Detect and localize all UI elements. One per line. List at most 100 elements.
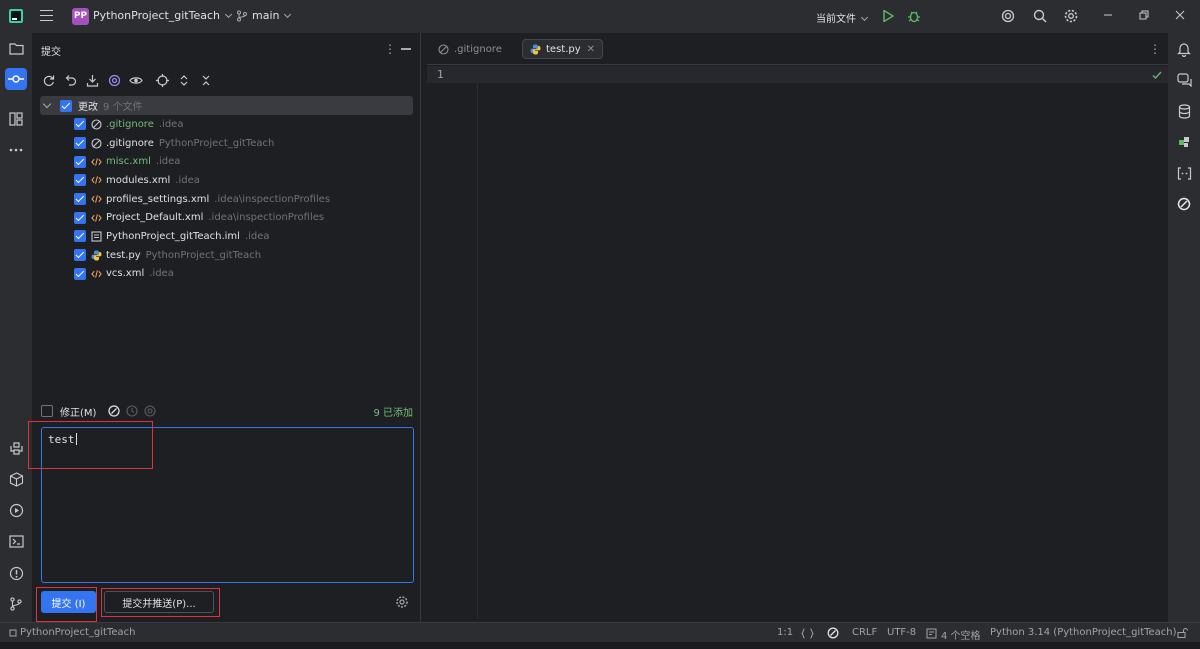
commit-message-text: test	[48, 433, 75, 446]
chevron-down-icon[interactable]	[42, 99, 52, 109]
locate-target-icon[interactable]	[154, 72, 170, 88]
inspection-ok-check-icon[interactable]	[1151, 69, 1163, 81]
status-interpreter[interactable]: Python 3.14 (PythonProject_gitTeach)	[990, 627, 1177, 638]
show-diff-eye-icon[interactable]	[128, 72, 144, 88]
panel-title: 提交	[41, 47, 61, 58]
ai-status-icon[interactable]	[827, 627, 839, 639]
file-checkbox[interactable]	[74, 249, 86, 262]
changes-group-count: 9 个文件	[103, 102, 143, 113]
ai-assistant-icon[interactable]	[1000, 8, 1016, 24]
services-button[interactable]	[5, 499, 27, 521]
file-checkbox[interactable]	[74, 118, 86, 131]
file-name: PythonProject_gitTeach.iml	[106, 230, 240, 242]
git-branch-icon	[10, 597, 22, 611]
python-console-button[interactable]	[5, 437, 27, 459]
status-indent[interactable]: 4 个空格	[941, 627, 981, 642]
changes-group-checkbox[interactable]	[60, 99, 72, 112]
file-row[interactable]: modules.xml .idea	[40, 171, 413, 190]
run-config-selector[interactable]: 当前文件	[816, 10, 869, 25]
commit-options-spiral-icon[interactable]	[144, 405, 156, 417]
terminal-button[interactable]	[5, 530, 27, 552]
main-menu-icon[interactable]	[40, 10, 53, 21]
status-project[interactable]: PythonProject_gitTeach	[20, 627, 135, 638]
commit-history-clock-icon[interactable]	[126, 405, 138, 417]
file-row[interactable]: Project_Default.xml .idea\inspectionProfi…	[40, 208, 413, 227]
file-row[interactable]: .gitignore PythonProject_gitTeach	[40, 134, 413, 153]
changes-group-row[interactable]: 更改 9 个文件	[40, 96, 413, 115]
amend-label[interactable]: 修正(M)	[60, 404, 96, 419]
title-bar: PP PythonProject_gitTeach main 当前文件	[0, 0, 1200, 33]
status-caret-position[interactable]: 1:1	[777, 627, 793, 638]
amend-checkbox[interactable]	[41, 405, 53, 417]
commit-tool-button[interactable]	[5, 68, 27, 90]
tab-gitignore[interactable]: .gitignore	[431, 39, 509, 59]
file-row[interactable]: profiles_settings.xml .idea\inspectionPro…	[40, 190, 413, 209]
settings-gear-icon[interactable]	[1063, 8, 1079, 24]
ai-chat-icon	[1176, 73, 1192, 87]
plugin-button[interactable]	[1176, 134, 1192, 150]
search-icon[interactable]	[1032, 8, 1048, 24]
notifications-button[interactable]	[1176, 41, 1192, 57]
minimize-window-icon[interactable]	[1102, 9, 1114, 21]
file-checkbox[interactable]	[74, 155, 86, 168]
code-with-me-button[interactable]	[1176, 165, 1192, 181]
ai-chat-button[interactable]	[1176, 72, 1192, 88]
file-checkbox[interactable]	[74, 267, 86, 280]
close-tab-icon[interactable]: ✕	[587, 44, 595, 55]
git-tool-button[interactable]	[5, 593, 27, 615]
collapse-all-icon[interactable]	[198, 72, 214, 88]
commit-and-push-button[interactable]: 提交并推送(P)...	[104, 591, 214, 613]
expand-all-icon[interactable]	[176, 72, 192, 88]
restore-window-icon[interactable]	[1138, 9, 1150, 21]
run-icon[interactable]	[880, 8, 896, 24]
project-tool-button[interactable]	[5, 37, 27, 59]
hide-panel-icon[interactable]	[401, 48, 411, 50]
ai-generate-message-icon[interactable]	[108, 405, 121, 417]
branch-selector[interactable]: main	[252, 9, 292, 22]
file-row[interactable]: PythonProject_gitTeach.iml .idea	[40, 227, 413, 246]
chevron-down-icon	[224, 10, 233, 19]
file-row[interactable]: vcs.xml .idea	[40, 265, 413, 284]
file-checkbox[interactable]	[74, 211, 86, 224]
rollback-icon[interactable]	[62, 72, 78, 88]
xml-icon	[91, 268, 102, 279]
file-checkbox[interactable]	[74, 174, 86, 187]
file-checkbox[interactable]	[74, 193, 86, 206]
file-row[interactable]: misc.xml .idea	[40, 152, 413, 171]
debug-icon[interactable]	[906, 8, 922, 24]
file-checkbox[interactable]	[74, 137, 86, 150]
refresh-icon[interactable]	[40, 72, 56, 88]
more-tools-button[interactable]	[5, 139, 27, 161]
file-name: profiles_settings.xml	[106, 193, 210, 205]
commit-settings-gear-icon[interactable]	[395, 595, 409, 609]
database-button[interactable]	[1176, 103, 1192, 119]
status-encoding[interactable]: UTF-8	[887, 627, 916, 638]
panel-options-icon[interactable]: ⋮	[384, 42, 396, 56]
editor-options-icon[interactable]: ⋮	[1149, 42, 1161, 56]
file-name: misc.xml	[106, 156, 151, 168]
ai-commit-icon[interactable]	[106, 72, 122, 88]
read-only-lock-icon[interactable]	[1176, 627, 1188, 639]
file-row[interactable]: .gitignore .idea	[40, 115, 413, 134]
commit-message-input[interactable]: test	[41, 427, 414, 583]
tab-test-py[interactable]: test.py ✕	[522, 39, 604, 59]
update-download-icon[interactable]	[84, 72, 100, 88]
pycharm-logo-icon[interactable]	[9, 9, 23, 23]
project-selector[interactable]: PythonProject_gitTeach	[93, 9, 233, 22]
file-checkbox[interactable]	[74, 230, 86, 243]
xml-icon	[91, 194, 102, 205]
file-row[interactable]: test.py PythonProject_gitTeach	[40, 246, 413, 265]
code-vision-braces-icon[interactable]	[801, 628, 814, 639]
problems-button[interactable]	[5, 562, 27, 584]
commit-button[interactable]: 提交 (I)	[41, 591, 96, 613]
left-tool-strip	[0, 33, 32, 622]
status-line-separator[interactable]: CRLF	[852, 627, 877, 638]
gutter-separator	[477, 83, 478, 618]
plugin-puzzle-icon	[1179, 137, 1189, 147]
file-path: .idea	[158, 118, 184, 130]
project-badge[interactable]: PP	[72, 8, 89, 25]
python-packages-button[interactable]	[5, 468, 27, 490]
close-window-icon[interactable]	[1174, 9, 1186, 21]
ai-assistant-side-button[interactable]	[1176, 196, 1192, 212]
structure-tool-button[interactable]	[5, 108, 27, 130]
